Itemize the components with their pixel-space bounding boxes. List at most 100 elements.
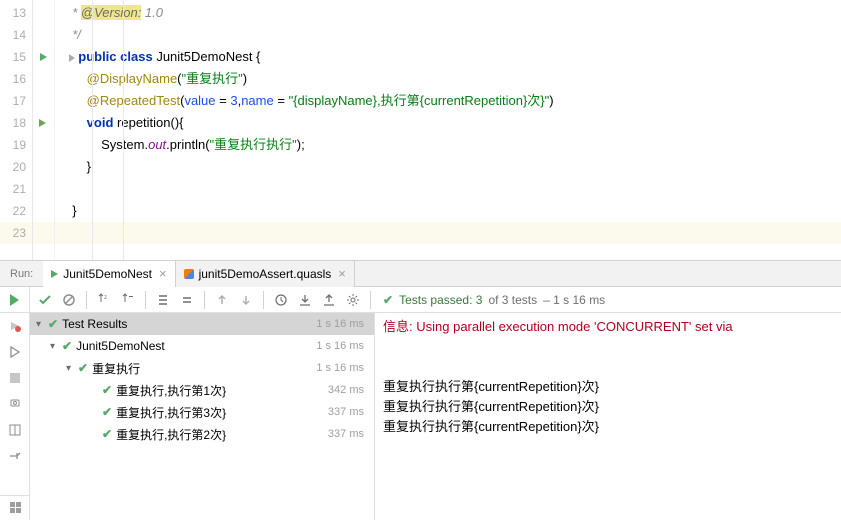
fold-arrow-icon[interactable]	[69, 54, 75, 62]
tests-total-count: of 3 tests	[488, 293, 537, 307]
settings-gear-icon[interactable]	[342, 289, 364, 311]
pass-icon: ✔	[102, 383, 112, 397]
test-tree[interactable]: ▾ ✔ Test Results 1 s 16 ms ▾ ✔ Junit5Dem…	[30, 313, 375, 520]
string-literal: "{displayName},执行第{currentRepetition}次}"	[289, 93, 550, 108]
comment-text: *	[72, 5, 81, 20]
pass-icon: ✔	[102, 405, 112, 419]
tree-container-node[interactable]: ▾ ✔ 重复执行 1 s 16 ms	[30, 357, 374, 379]
tree-item-time: 1 s 16 ms	[316, 318, 374, 330]
run-panel: Run: Junit5DemoNest × junit5DemoAssert.q…	[0, 260, 841, 520]
line-number: 17	[0, 90, 32, 112]
pass-icon: ✔	[48, 317, 58, 331]
line-number: 19	[0, 134, 32, 156]
run-label: Run:	[0, 268, 43, 280]
test-toolbar-row: z ✔ Tests passed: 3 of 3 tests – 1 s 16 …	[0, 287, 841, 313]
annotation: @RepeatedTest	[87, 93, 180, 108]
tree-item-label: 重复执行,执行第2次}	[116, 426, 328, 443]
editor-area: 13 14 15 16 17 18 19 20 21 22 23 * @Vers…	[0, 0, 841, 260]
close-icon[interactable]: ×	[159, 266, 167, 281]
tree-item-label: Junit5DemoNest	[76, 339, 316, 353]
stop-button[interactable]	[0, 365, 30, 391]
brace: }	[87, 159, 91, 174]
tree-test-node[interactable]: ✔ 重复执行,执行第1次} 342 ms	[30, 379, 374, 401]
dump-threads-button[interactable]	[0, 391, 30, 417]
console-output[interactable]: 信息: Using parallel execution mode 'CONCU…	[375, 313, 841, 520]
tree-class-node[interactable]: ▾ ✔ Junit5DemoNest 1 s 16 ms	[30, 335, 374, 357]
line-number: 20	[0, 156, 32, 178]
svg-text:z: z	[104, 295, 107, 301]
sort-alphabetically-button[interactable]: z	[93, 289, 115, 311]
qualifier: System.	[101, 137, 148, 152]
run-tab-inactive[interactable]: junit5DemoAssert.quasls ×	[176, 261, 355, 287]
tests-passed-count: Tests passed: 3	[399, 293, 482, 307]
previous-failed-button[interactable]	[211, 289, 233, 311]
line-number: 18	[0, 112, 32, 134]
chevron-down-icon[interactable]: ▾	[66, 363, 76, 374]
brace: (){	[171, 115, 184, 130]
console-stdout-line: 重复执行执行第{currentRepetition}次}	[383, 417, 833, 437]
close-icon[interactable]: ×	[338, 266, 346, 281]
toggle-auto-test-button[interactable]	[0, 339, 30, 365]
console-info-prefix: 信息:	[383, 319, 416, 334]
run-tabs: Run: Junit5DemoNest × junit5DemoAssert.q…	[0, 261, 841, 287]
tree-item-time: 1 s 16 ms	[316, 362, 374, 374]
line-number: 15	[0, 46, 32, 68]
tool-window-button[interactable]	[0, 495, 30, 519]
tab-label: Junit5DemoNest	[63, 267, 152, 281]
annotation: @DisplayName	[87, 71, 178, 86]
layout-button[interactable]	[0, 417, 30, 443]
expand-all-button[interactable]	[152, 289, 174, 311]
tree-item-time: 337 ms	[328, 406, 374, 418]
rerun-button[interactable]	[0, 287, 30, 312]
console-stdout-line: 重复执行执行第{currentRepetition}次}	[383, 397, 833, 417]
string-literal: "重复执行执行"	[210, 137, 297, 152]
chevron-down-icon[interactable]: ▾	[50, 341, 60, 352]
pass-icon: ✔	[78, 361, 88, 375]
test-status: ✔ Tests passed: 3 of 3 tests – 1 s 16 ms	[383, 293, 605, 307]
show-passed-toggle[interactable]	[34, 289, 56, 311]
tree-test-node[interactable]: ✔ 重复执行,执行第3次} 337 ms	[30, 401, 374, 423]
rerun-failed-button[interactable]	[0, 313, 30, 339]
tree-item-label: 重复执行,执行第3次}	[116, 404, 328, 421]
named-arg: value	[184, 93, 215, 108]
tree-root[interactable]: ▾ ✔ Test Results 1 s 16 ms	[30, 313, 374, 335]
line-number: 13	[0, 2, 32, 24]
line-number: 16	[0, 68, 32, 90]
chevron-down-icon[interactable]: ▾	[36, 319, 46, 330]
tests-duration: – 1 s 16 ms	[543, 293, 605, 307]
export-results-button[interactable]	[318, 289, 340, 311]
method-call: .println(	[166, 137, 209, 152]
static-field: out	[148, 137, 166, 152]
comment-end: */	[72, 27, 81, 42]
show-ignored-toggle[interactable]	[58, 289, 80, 311]
sort-by-duration-button[interactable]	[117, 289, 139, 311]
next-failed-button[interactable]	[235, 289, 257, 311]
tree-item-label: 重复执行	[92, 360, 316, 377]
brace: {	[252, 49, 260, 64]
line-number-gutter: 13 14 15 16 17 18 19 20 21 22 23	[0, 0, 33, 260]
console-stdout-line: 重复执行执行第{currentRepetition}次}	[383, 377, 833, 397]
run-tab-active[interactable]: Junit5DemoNest ×	[43, 261, 175, 287]
gutter-run-icons	[33, 0, 55, 260]
tree-item-label: 重复执行,执行第1次}	[116, 382, 328, 399]
tab-label: junit5DemoAssert.quasls	[199, 267, 332, 281]
collapse-all-button[interactable]	[176, 289, 198, 311]
import-tests-button[interactable]	[294, 289, 316, 311]
run-class-gutter-icon[interactable]	[33, 46, 54, 68]
test-history-button[interactable]	[270, 289, 292, 311]
tree-item-time: 342 ms	[328, 384, 374, 396]
file-type-icon	[184, 269, 194, 279]
code-editor[interactable]: * @Version: 1.0 */ public class Junit5De…	[55, 0, 841, 260]
keyword: void	[87, 115, 114, 130]
pin-tab-button[interactable]	[0, 443, 30, 469]
tree-item-time: 337 ms	[328, 428, 374, 440]
string-literal: "重复执行"	[182, 71, 243, 86]
tree-test-node[interactable]: ✔ 重复执行,执行第2次} 337 ms	[30, 423, 374, 445]
class-name: Junit5DemoNest	[156, 49, 252, 64]
check-icon: ✔	[383, 293, 393, 307]
line-number: 22	[0, 200, 32, 222]
brace: }	[72, 203, 76, 218]
method-name: repetition	[117, 115, 170, 130]
tree-item-label: Test Results	[62, 317, 316, 331]
run-test-gutter-icon[interactable]	[33, 112, 54, 134]
